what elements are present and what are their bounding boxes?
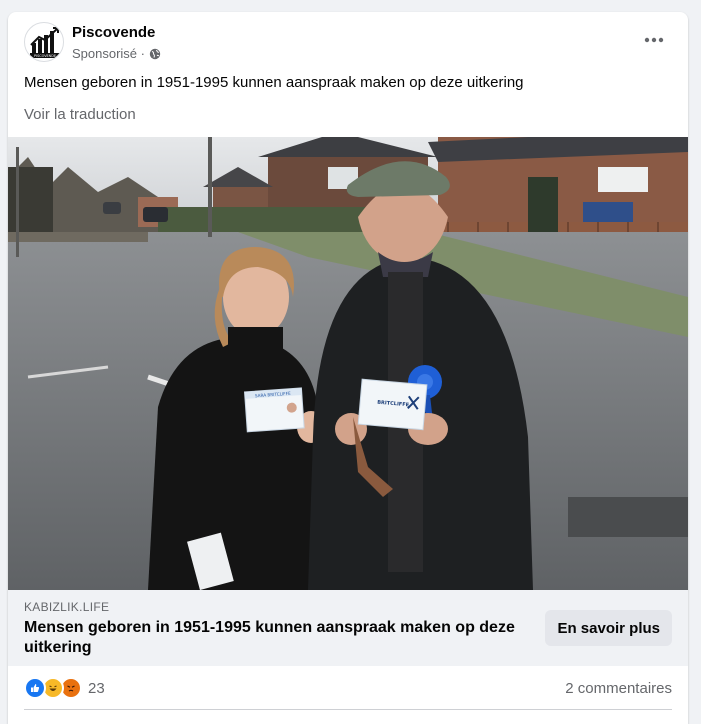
globe-icon (149, 48, 161, 59)
more-options-button[interactable] (636, 22, 672, 58)
post-text: Mensen geboren in 1951-1995 kunnen aansp… (24, 74, 524, 91)
piscovende-logo-icon: PISCOVENDE (30, 27, 60, 58)
link-domain: KABIZLIK.LIFE (24, 600, 110, 614)
comments-count-link[interactable]: 2 commentaires (565, 680, 672, 697)
ad-photo[interactable]: SARA BRITCLIFFE BRITCLIFFE (8, 137, 688, 590)
sponsored-label[interactable]: Sponsorisé · (72, 46, 161, 61)
post-header: PISCOVENDE Piscovende Sponsorisé · (24, 22, 672, 64)
reactions-bar: 23 2 commentaires (24, 676, 672, 700)
reaction-count[interactable]: 23 (88, 680, 105, 697)
ellipsis-icon (644, 37, 664, 43)
divider (24, 709, 672, 710)
page-name[interactable]: Piscovende (72, 24, 155, 41)
see-translation-link[interactable]: Voir la traduction (24, 106, 136, 123)
reaction-icons[interactable] (24, 677, 82, 699)
page-avatar[interactable]: PISCOVENDE (24, 22, 64, 62)
learn-more-button[interactable]: En savoir plus (545, 610, 672, 646)
sponsored-text: Sponsorisé · (72, 46, 145, 61)
like-icon (24, 677, 46, 699)
link-headline[interactable]: Mensen geboren in 1951-1995 kunnen aansp… (24, 618, 524, 658)
link-preview[interactable]: KABIZLIK.LIFE Mensen geboren in 1951-199… (8, 590, 688, 666)
sponsored-post-card: PISCOVENDE Piscovende Sponsorisé · Mense… (8, 12, 688, 724)
street-photo: SARA BRITCLIFFE BRITCLIFFE (8, 137, 688, 590)
svg-text:PISCOVENDE: PISCOVENDE (34, 54, 56, 58)
